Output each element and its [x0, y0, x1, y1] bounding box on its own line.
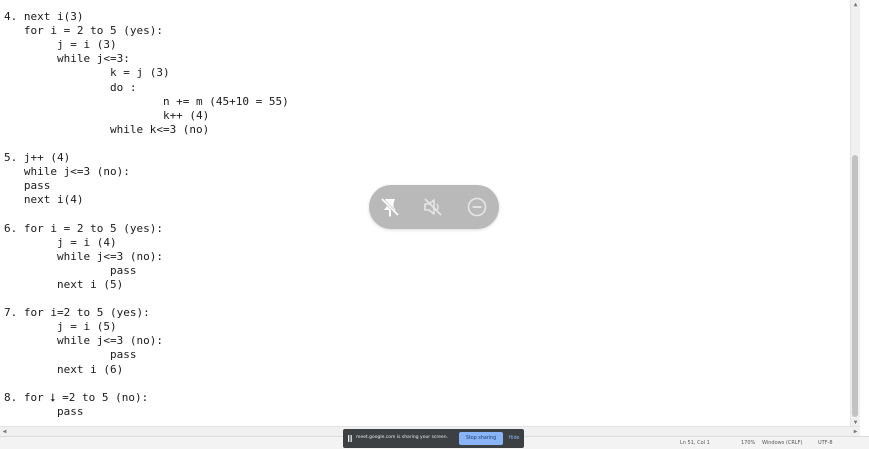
meet-floating-controls: [369, 185, 499, 229]
code-line[interactable]: for i = 2 to 5 (yes):: [4, 24, 163, 38]
vertical-scrollbar[interactable]: ▲ ▼: [850, 0, 860, 436]
cursor-position: Ln 51, Col 1: [680, 440, 710, 446]
unpin-icon[interactable]: [378, 195, 402, 219]
scroll-up-icon[interactable]: ▲: [851, 0, 860, 9]
code-line[interactable]: pass: [4, 179, 51, 193]
scroll-left-icon[interactable]: ◀: [0, 427, 9, 436]
pause-icon: [348, 435, 352, 442]
code-line[interactable]: j = i (4): [4, 236, 117, 250]
code-line[interactable]: while j<=3 (no):: [4, 165, 130, 179]
code-line[interactable]: while k<=3 (no): [4, 123, 209, 137]
share-message: meet.google.com is sharing your screen.: [356, 435, 448, 440]
code-line[interactable]: 5. j++ (4): [4, 151, 70, 165]
mute-icon[interactable]: [421, 195, 445, 219]
scroll-right-icon[interactable]: ▶: [851, 427, 860, 436]
code-line[interactable]: next i(4): [4, 193, 84, 207]
code-line[interactable]: while j<=3 (no):: [4, 334, 163, 348]
screen-share-banner: meet.google.com is sharing your screen. …: [343, 429, 524, 448]
code-line[interactable]: do :: [4, 81, 137, 95]
code-line[interactable]: pass: [4, 405, 84, 419]
stop-sharing-button[interactable]: Stop sharing: [459, 432, 503, 445]
line-ending: Windows (CRLF): [762, 440, 803, 446]
code-line[interactable]: j = i (5): [4, 320, 117, 334]
code-line[interactable]: 4. next i(3): [4, 10, 83, 24]
code-line[interactable]: pass: [4, 348, 137, 362]
code-line[interactable]: k++ (4): [4, 109, 209, 123]
code-line[interactable]: 8. for ⭣ =2 to 5 (no):: [4, 391, 148, 405]
code-line[interactable]: pass: [4, 264, 137, 278]
code-line[interactable]: n += m (45+10 = 55): [4, 95, 289, 109]
code-line[interactable]: while j<=3 (no):: [4, 250, 163, 264]
code-line[interactable]: next i (6): [4, 363, 123, 377]
code-line[interactable]: 7. for i=2 to 5 (yes):: [4, 306, 150, 320]
code-line[interactable]: while j<=3:: [4, 52, 130, 66]
code-line[interactable]: next i (5): [4, 278, 123, 292]
code-line[interactable]: 6. for i = 2 to 5 (yes):: [4, 222, 163, 236]
remove-icon[interactable]: [465, 195, 489, 219]
hide-button[interactable]: Hide: [507, 432, 521, 445]
code-line[interactable]: k = j (3): [4, 66, 170, 80]
vertical-scroll-thumb[interactable]: [852, 155, 858, 417]
code-line[interactable]: j = i (3): [4, 38, 117, 52]
encoding: UTF-8: [818, 440, 833, 446]
zoom-level: 170%: [741, 440, 756, 446]
